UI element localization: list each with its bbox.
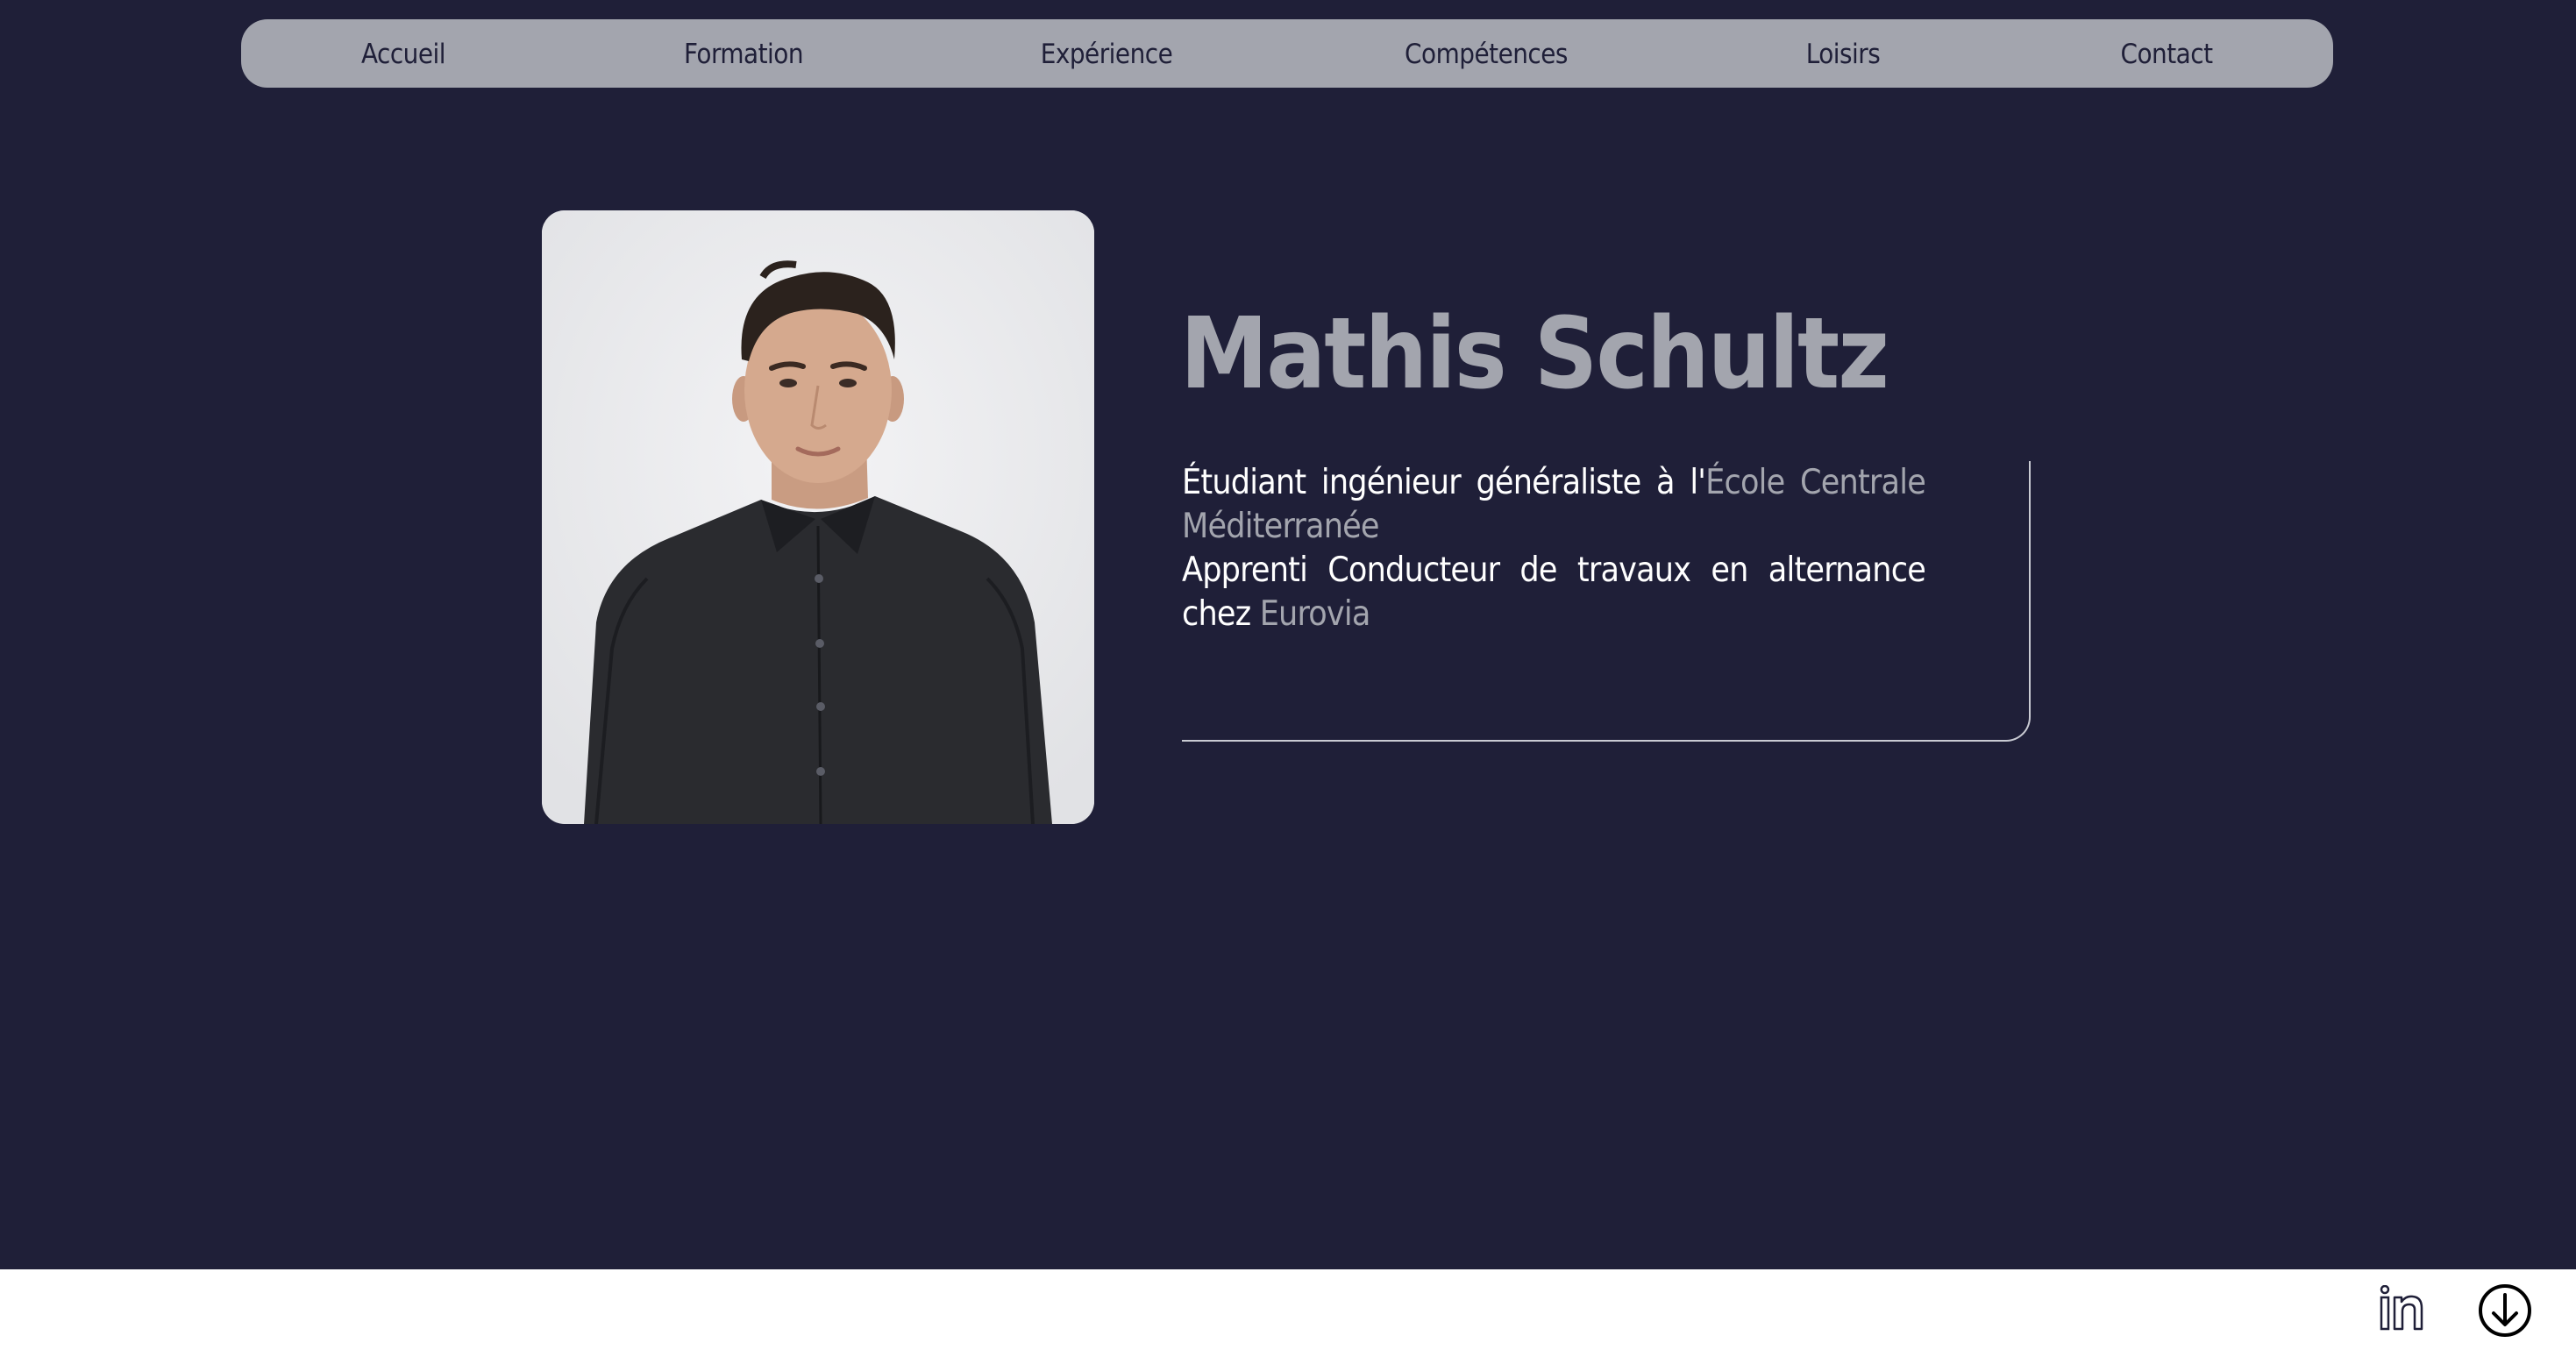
nav-item-competences[interactable]: Compétences [1405,19,1568,88]
bio-line1-text: Étudiant ingénieur généraliste à l' [1182,463,1706,502]
company-link[interactable]: Eurovia [1260,594,1371,634]
nav-item-formation[interactable]: Formation [684,19,804,88]
profile-photo [542,210,1094,824]
portrait-photo-icon [542,210,1094,824]
hero-section: Accueil Formation Expérience Compétences… [0,0,2576,1269]
nav-item-accueil[interactable]: Accueil [361,19,446,88]
nav-item-experience[interactable]: Expérience [1041,19,1173,88]
profile-name: Mathis Schultz [1180,297,1889,411]
bio-text: Étudiant ingénieur généraliste à l'École… [1182,461,1926,636]
nav-item-loisirs[interactable]: Loisirs [1806,19,1881,88]
nav-item-contact[interactable]: Contact [2121,19,2214,88]
linkedin-icon[interactable] [2378,1284,2425,1336]
bio-card: Étudiant ingénieur généraliste à l'École… [1182,461,2031,742]
top-navbar: Accueil Formation Expérience Compétences… [241,19,2333,88]
download-icon[interactable] [2478,1283,2532,1341]
